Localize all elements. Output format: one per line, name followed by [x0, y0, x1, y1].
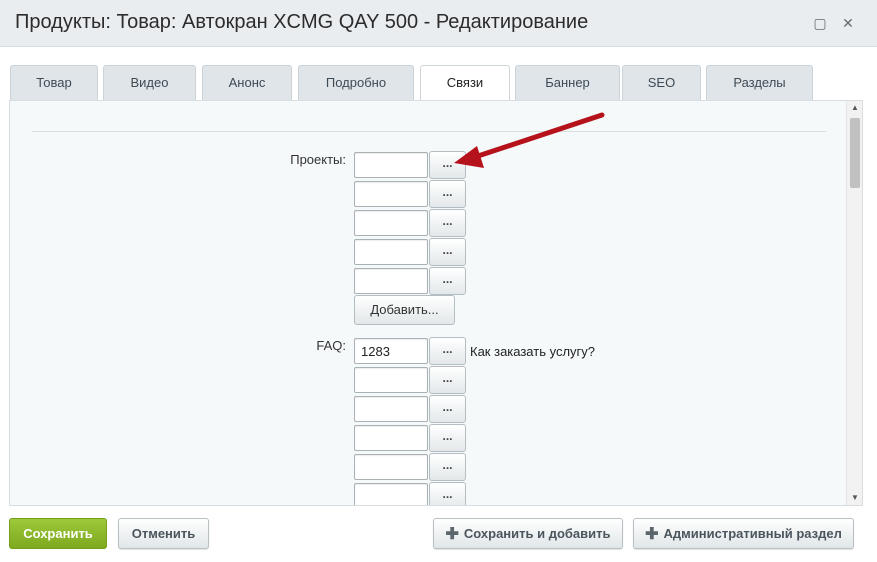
cancel-button[interactable]: Отменить [118, 518, 209, 549]
plus-icon: ✚ [645, 526, 659, 543]
save-and-add-button[interactable]: ✚ Сохранить и добавить [433, 518, 623, 549]
admin-section-button[interactable]: ✚ Административный раздел [633, 518, 854, 549]
save-and-add-label: Сохранить и добавить [463, 526, 611, 541]
plus-icon: ✚ [445, 526, 459, 543]
save-button[interactable]: Сохранить [9, 518, 107, 549]
admin-section-label: Административный раздел [663, 526, 842, 541]
annotation-arrow-icon [454, 112, 605, 168]
